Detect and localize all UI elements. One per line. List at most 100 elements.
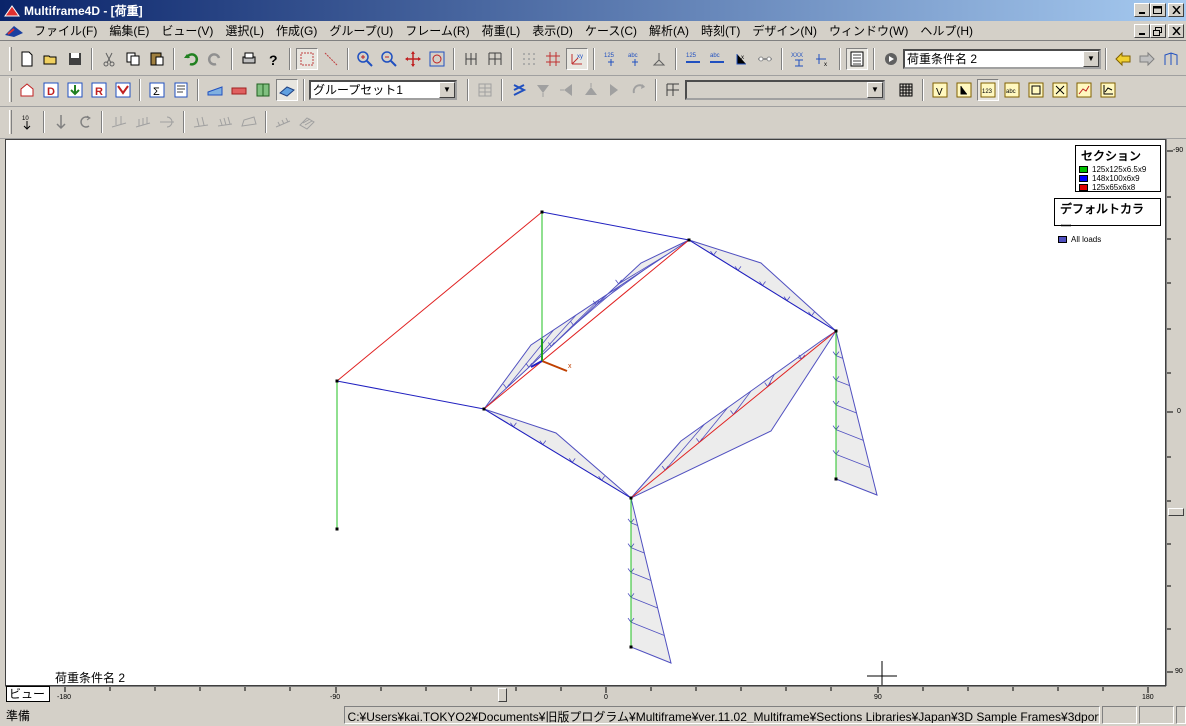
dead-load-button[interactable]: D <box>40 79 62 101</box>
sum-button[interactable]: Σ <box>146 79 168 101</box>
node-numbers-button[interactable]: 125 <box>600 48 622 70</box>
next-loadcase-button[interactable] <box>1136 48 1158 70</box>
select-box-button[interactable] <box>296 47 318 70</box>
thermal-panel-button[interactable] <box>296 111 318 133</box>
menu-design[interactable]: デザイン(N) <box>746 22 823 39</box>
undo-button[interactable] <box>180 48 202 70</box>
grid-frame-button[interactable] <box>484 48 506 70</box>
result-chart-button[interactable] <box>1097 79 1119 101</box>
reaction-button[interactable]: R <box>88 79 110 101</box>
support-down-button[interactable] <box>532 79 554 101</box>
loadcase-frame-button[interactable] <box>1160 48 1182 70</box>
member-numbers-button[interactable]: 125 <box>682 48 704 70</box>
load-scale-button[interactable]: 10 <box>16 111 38 133</box>
document-icon[interactable] <box>4 23 24 39</box>
result-numbers-button[interactable]: 123 <box>977 78 999 101</box>
menu-edit[interactable]: 編集(E) <box>103 22 155 39</box>
member-point-load-button[interactable] <box>108 111 130 133</box>
chevron-down-icon[interactable]: ▼ <box>439 81 455 98</box>
menu-file[interactable]: ファイル(F) <box>28 22 103 39</box>
frame-model-drawing[interactable]: x <box>6 140 1166 686</box>
minimize-button[interactable] <box>1134 3 1150 17</box>
support-rotate-button[interactable] <box>628 79 650 101</box>
loadcase-run-button[interactable] <box>880 48 902 70</box>
moment-button[interactable] <box>112 79 134 101</box>
paste-button[interactable] <box>146 48 168 70</box>
result-text-button[interactable]: abc <box>1001 79 1023 101</box>
distributed-load-button[interactable] <box>204 79 226 101</box>
member-moment-load-button[interactable] <box>156 111 178 133</box>
member-axes-button[interactable]: x <box>730 48 752 70</box>
support-up-button[interactable] <box>580 79 602 101</box>
uniform-load-button[interactable] <box>228 79 250 101</box>
support-left-button[interactable] <box>556 79 578 101</box>
snap-grid-button[interactable] <box>518 48 540 70</box>
menu-time[interactable]: 時刻(T) <box>695 22 746 39</box>
hatch-button[interactable] <box>895 79 917 101</box>
grid-split-button[interactable] <box>460 48 482 70</box>
vertical-ruler[interactable]: -90 0 90 <box>1166 139 1186 686</box>
panel-load-button[interactable] <box>252 79 274 101</box>
menu-frame[interactable]: フレーム(R) <box>399 22 475 39</box>
result-graph-button[interactable] <box>1073 79 1095 101</box>
result-v-button[interactable]: V <box>929 79 951 101</box>
menu-load[interactable]: 荷重(L) <box>476 22 527 39</box>
support-right-button[interactable] <box>604 79 626 101</box>
menu-select[interactable]: 選択(L) <box>219 22 270 39</box>
save-button[interactable] <box>64 48 86 70</box>
rotate-button[interactable] <box>508 79 530 101</box>
loadcase-select[interactable]: 荷重条件名 2 ▼ <box>903 48 1101 69</box>
group-table-button[interactable] <box>474 79 496 101</box>
member-dist-load-button[interactable] <box>132 111 154 133</box>
redo-button[interactable] <box>204 48 226 70</box>
point-load-button[interactable] <box>50 111 72 133</box>
grid-lines-button[interactable] <box>542 48 564 70</box>
previous-loadcase-button[interactable] <box>1112 48 1134 70</box>
help-button[interactable]: ? <box>262 48 284 70</box>
thermal-member-button[interactable] <box>272 111 294 133</box>
result-axis-button[interactable] <box>953 79 975 101</box>
panel-point-button[interactable] <box>190 111 212 133</box>
node-supports-button[interactable] <box>648 48 670 70</box>
hruler-slider[interactable] <box>498 688 507 702</box>
section-labels-button[interactable]: XXX <box>788 48 810 70</box>
menu-help[interactable]: ヘルプ(H) <box>914 22 979 39</box>
close-button[interactable] <box>1168 3 1184 17</box>
horizontal-ruler[interactable]: -180 -90 0 90 180 <box>5 686 1166 704</box>
pan-button[interactable] <box>402 48 424 70</box>
menu-window[interactable]: ウィンドウ(W) <box>823 22 914 39</box>
result-section-button[interactable] <box>1025 79 1047 101</box>
fit-button[interactable] <box>426 48 448 70</box>
copy-button[interactable] <box>122 48 144 70</box>
panel-trap-button[interactable] <box>238 111 260 133</box>
menu-group[interactable]: グループ(U) <box>323 22 399 39</box>
member-releases-button[interactable] <box>754 48 776 70</box>
menu-display[interactable]: 表示(D) <box>526 22 579 39</box>
print-button[interactable] <box>238 48 260 70</box>
vruler-slider[interactable] <box>1168 508 1184 516</box>
axes-button[interactable]: xy <box>566 47 588 70</box>
view-tab[interactable]: ビュー <box>6 686 50 702</box>
mdi-close-button[interactable] <box>1168 24 1184 38</box>
house-button[interactable] <box>16 79 38 101</box>
node-labels-button[interactable]: abc <box>624 48 646 70</box>
menu-create[interactable]: 作成(G) <box>270 22 323 39</box>
maximize-button[interactable] <box>1150 3 1166 17</box>
chevron-down-icon[interactable]: ▼ <box>1083 50 1099 67</box>
down-load-button[interactable] <box>64 79 86 101</box>
cut-button[interactable] <box>98 48 120 70</box>
mdi-restore-button[interactable] <box>1150 24 1166 38</box>
panel-dist-button[interactable] <box>214 111 236 133</box>
section-axes-button[interactable]: x <box>812 48 834 70</box>
menu-case[interactable]: ケース(C) <box>579 22 643 39</box>
result-cross-button[interactable] <box>1049 79 1071 101</box>
open-button[interactable] <box>40 48 62 70</box>
report-button[interactable] <box>170 79 192 101</box>
frame-grid-button[interactable] <box>662 79 684 101</box>
select-line-button[interactable] <box>320 48 342 70</box>
groupset-select[interactable]: グループセット1 ▼ <box>309 79 457 100</box>
new-button[interactable] <box>16 48 38 70</box>
table-view-button[interactable] <box>846 47 868 70</box>
model-view-canvas[interactable]: x セクション 125x125x6.5x9 148x100x6x9 125x65… <box>5 139 1166 686</box>
thermal-load-button[interactable] <box>276 78 298 101</box>
